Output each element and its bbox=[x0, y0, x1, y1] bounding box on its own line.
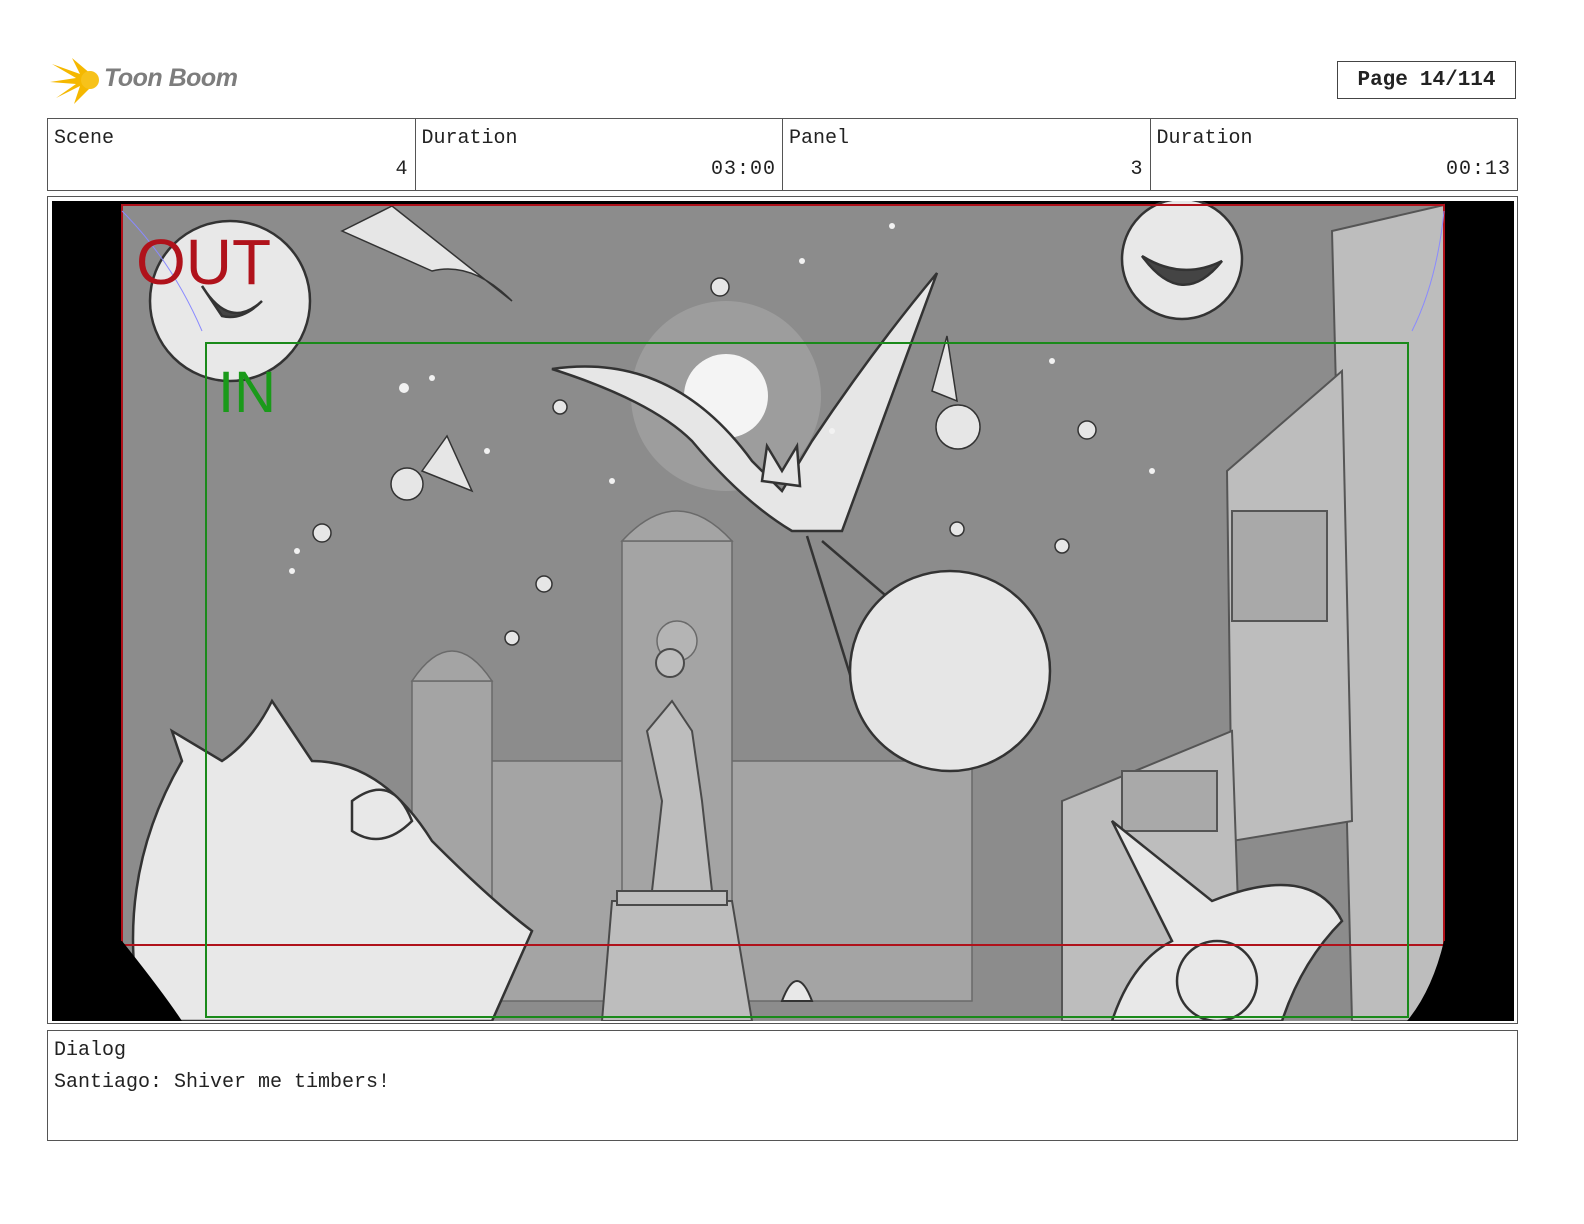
brand-name: Toon Boom bbox=[104, 64, 238, 92]
scene-value: 4 bbox=[395, 158, 409, 181]
dialog-box: Dialog Santiago: Shiver me timbers! bbox=[47, 1030, 1518, 1141]
panel-duration-value: 00:13 bbox=[1445, 158, 1511, 181]
starburst-icon bbox=[50, 58, 99, 104]
page-number: 14/114 bbox=[1419, 68, 1496, 92]
panel-label: Panel bbox=[789, 127, 850, 150]
scene-duration-value: 03:00 bbox=[710, 158, 776, 181]
panel-info-row: Scene 4 Duration 03:00 Panel 3 Duration … bbox=[47, 118, 1518, 191]
scene-duration-label: Duration bbox=[421, 127, 518, 150]
storyboard-panel: OUT IN bbox=[52, 201, 1514, 1021]
panel-value: 3 bbox=[1130, 158, 1144, 181]
dialog-label: Dialog bbox=[54, 1039, 127, 1062]
panel-duration-cell: Duration 00:13 bbox=[1151, 119, 1518, 190]
dialog-text: Santiago: Shiver me timbers! bbox=[54, 1071, 391, 1094]
page-label: Page bbox=[1357, 68, 1408, 92]
scene-cell: Scene 4 bbox=[48, 119, 416, 190]
scene-label: Scene bbox=[54, 127, 115, 150]
panel-duration-label: Duration bbox=[1156, 127, 1253, 150]
scene-duration-cell: Duration 03:00 bbox=[416, 119, 783, 190]
out-label: OUT bbox=[136, 226, 272, 298]
panel-cell: Panel 3 bbox=[783, 119, 1151, 190]
in-label: IN bbox=[218, 360, 276, 425]
page-indicator: Page 14/114 bbox=[1337, 61, 1516, 99]
toon-boom-logo: Toon Boom bbox=[50, 54, 250, 106]
storyboard-sketch bbox=[52, 201, 1514, 1021]
